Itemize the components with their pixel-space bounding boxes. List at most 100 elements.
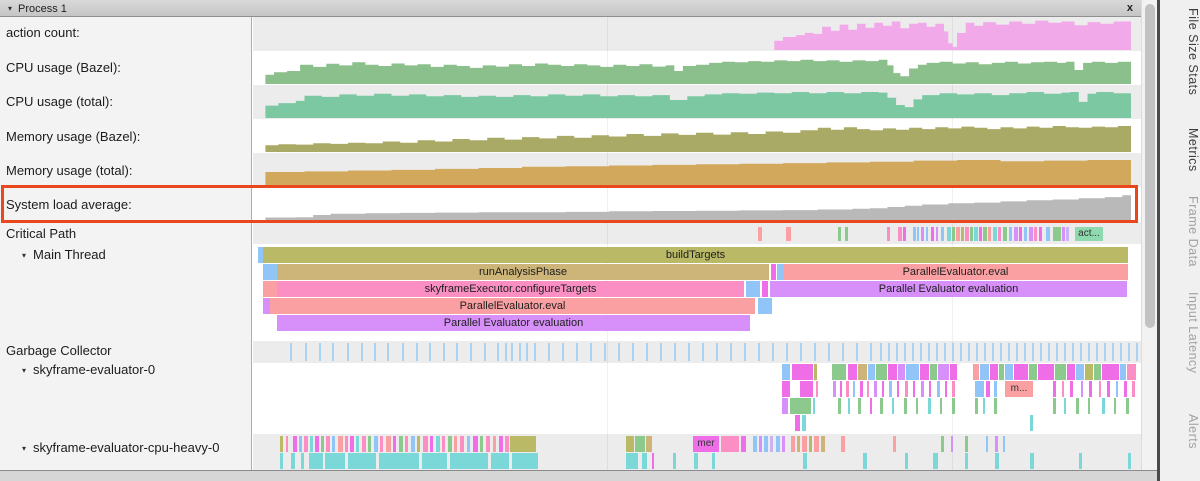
trace-event-block[interactable] <box>795 415 800 431</box>
trace-event-block[interactable] <box>782 381 790 397</box>
trace-event-block[interactable] <box>505 436 509 452</box>
trace-event-block[interactable] <box>776 436 780 452</box>
trace-event-block[interactable] <box>1080 343 1082 361</box>
trace-event-block[interactable] <box>368 436 371 452</box>
track-label[interactable]: ▾skyframe-evaluator-0 <box>0 362 250 377</box>
counter-chart[interactable] <box>253 87 1141 118</box>
trace-event-block[interactable] <box>1070 381 1073 397</box>
trace-event-block[interactable] <box>519 343 521 361</box>
trace-event-block[interactable] <box>1112 343 1114 361</box>
trace-event-block[interactable] <box>1009 227 1012 241</box>
trace-event-block[interactable] <box>868 364 875 380</box>
trace-event-block[interactable] <box>858 364 867 380</box>
trace-event-block[interactable] <box>411 436 415 452</box>
trace-event-block[interactable] <box>511 343 513 361</box>
trace-event-block[interactable] <box>904 398 907 414</box>
trace-event-block[interactable] <box>814 436 819 452</box>
trace-event-block[interactable] <box>995 453 999 469</box>
trace-event-block[interactable] <box>1126 398 1129 414</box>
trace-event-block[interactable] <box>590 343 592 361</box>
track-canvas[interactable]: act...buildTargetsrunAnalysisPhaseParall… <box>253 17 1141 470</box>
trace-event-block[interactable] <box>979 227 982 241</box>
trace-event-block[interactable] <box>1030 453 1034 469</box>
trace-event-block[interactable] <box>930 364 937 380</box>
counter-chart[interactable] <box>253 155 1141 186</box>
trace-event-block[interactable] <box>1062 227 1065 241</box>
trace-event-block[interactable] <box>293 436 297 452</box>
trace-event-block[interactable] <box>374 436 378 452</box>
trace-event-block[interactable] <box>880 343 882 361</box>
trace-event-block[interactable] <box>1008 343 1010 361</box>
trace-event-block[interactable] <box>1085 364 1093 380</box>
vertical-scrollbar-thumb[interactable] <box>1145 4 1155 328</box>
trace-event-block[interactable] <box>941 227 944 241</box>
trace-event-block[interactable] <box>947 227 951 241</box>
trace-event-block[interactable] <box>1014 364 1028 380</box>
trace-event-block[interactable] <box>1053 398 1056 414</box>
trace-event-block[interactable] <box>436 436 440 452</box>
trace-event-block[interactable] <box>975 398 978 414</box>
collapse-arrow-icon[interactable]: ▾ <box>22 366 26 375</box>
trace-event-block[interactable] <box>1029 364 1037 380</box>
trace-event-block[interactable] <box>673 453 676 469</box>
trace-event-block[interactable] <box>362 436 366 452</box>
trace-event-block[interactable] <box>986 436 988 452</box>
trace-event-block[interactable] <box>399 436 403 452</box>
trace-event-block[interactable] <box>1066 227 1069 241</box>
trace-event-block[interactable] <box>1024 227 1027 241</box>
trace-event-block[interactable] <box>833 381 836 397</box>
trace-event-bar[interactable]: ParallelEvaluator.eval <box>783 264 1128 280</box>
trace-event-block[interactable] <box>945 381 947 397</box>
trace-event-block[interactable] <box>800 381 813 397</box>
trace-event-block[interactable] <box>604 343 606 361</box>
trace-event-block[interactable] <box>1107 381 1110 397</box>
trace-event-block[interactable] <box>325 453 345 469</box>
trace-event-block[interactable] <box>916 398 918 414</box>
trace-event-block[interactable] <box>1064 343 1066 361</box>
trace-event-bar[interactable]: skyframeExecutor.configureTargets <box>277 281 744 297</box>
trace-event-block[interactable] <box>952 398 955 414</box>
trace-event-block[interactable] <box>1032 343 1034 361</box>
trace-event-block[interactable] <box>456 343 458 361</box>
counter-chart[interactable] <box>253 189 1141 220</box>
trace-event-block[interactable] <box>928 343 930 361</box>
trace-event-block[interactable] <box>526 343 528 361</box>
trace-event-block[interactable] <box>913 381 915 397</box>
trace-event-block[interactable] <box>402 343 404 361</box>
trace-event-block[interactable] <box>938 364 949 380</box>
trace-event-block[interactable] <box>998 227 1001 241</box>
trace-event-block[interactable] <box>838 227 841 241</box>
trace-event-block[interactable] <box>290 343 292 361</box>
trace-event-block[interactable] <box>848 398 850 414</box>
trace-event-block[interactable] <box>280 436 283 452</box>
trace-event-block[interactable] <box>480 436 483 452</box>
trace-event-block[interactable] <box>497 343 499 361</box>
trace-event-block[interactable] <box>983 398 985 414</box>
trace-event-block[interactable] <box>906 364 919 380</box>
trace-event-block[interactable] <box>379 453 419 469</box>
trace-event-block[interactable] <box>486 436 490 452</box>
trace-event-block[interactable] <box>712 453 715 469</box>
process-header[interactable]: ▾Process 1 x <box>0 0 1141 17</box>
trace-event-block[interactable] <box>1102 398 1105 414</box>
trace-event-block[interactable] <box>797 436 800 452</box>
trace-event-block[interactable] <box>814 343 816 361</box>
trace-event-block[interactable] <box>921 227 924 241</box>
trace-event-block[interactable] <box>1040 343 1042 361</box>
trace-event-block[interactable] <box>423 436 428 452</box>
trace-event-block[interactable] <box>1034 227 1037 241</box>
trace-event-block[interactable] <box>994 398 997 414</box>
trace-event-block[interactable] <box>1053 227 1061 241</box>
trace-event-block[interactable] <box>562 343 564 361</box>
trace-event-block[interactable] <box>618 343 620 361</box>
trace-event-block[interactable] <box>1056 343 1058 361</box>
trace-event-block[interactable] <box>263 264 277 280</box>
trace-event-block[interactable] <box>1024 343 1026 361</box>
close-icon[interactable]: x <box>1127 0 1133 17</box>
trace-event-block[interactable] <box>345 436 348 452</box>
trace-event-block[interactable] <box>1003 227 1007 241</box>
trace-event-block[interactable] <box>980 364 989 380</box>
trace-event-bar[interactable]: mer <box>693 436 719 452</box>
trace-event-block[interactable] <box>1038 364 1054 380</box>
trace-event-block[interactable] <box>856 343 858 361</box>
